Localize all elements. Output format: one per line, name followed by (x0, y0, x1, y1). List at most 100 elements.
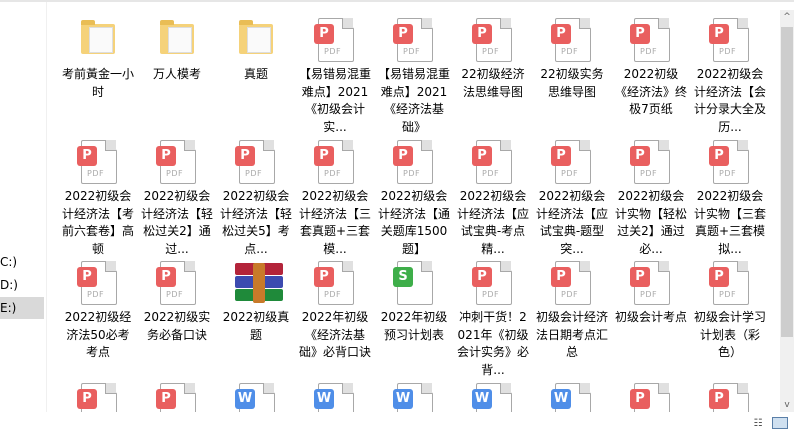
file-name: 考前黃金一小时 (62, 67, 135, 99)
pdf-file-icon: PPDF (709, 140, 751, 184)
file-item[interactable]: W (218, 383, 294, 412)
pdf-file-icon: PPDF (551, 261, 593, 305)
file-name: 2022初级会计经济法【轻松过关2】通过... (141, 189, 214, 256)
file-item[interactable]: P PDF 2022初级会计经济法【轻松过关2】通过... (139, 140, 215, 258)
file-name: 2022年初级预习计划表 (380, 310, 448, 342)
file-item[interactable]: P PDF 2022初级会计经济法【应试宝典-题型突... (534, 140, 610, 258)
pdf-file-icon: PPDF (472, 18, 514, 62)
details-view-icon[interactable]: ☷ (750, 417, 766, 430)
scroll-down-icon[interactable]: v (780, 400, 794, 410)
nav-drive-e[interactable]: E:) (0, 297, 44, 319)
file-item[interactable]: P PDF 2022初级会计实物【三套真题+三套模拟... (692, 140, 768, 258)
file-item[interactable]: P PDF 【易错易混重难点】2021《初级会计实... (297, 18, 373, 136)
file-item[interactable]: W (297, 383, 373, 412)
file-name: 2022初级会计经济法【会计分录大全及历... (694, 67, 767, 134)
folder-icon (77, 18, 119, 62)
file-name: 初级会计学习计划表（彩色） (694, 310, 767, 359)
folder-icon (156, 18, 198, 62)
file-item[interactable]: PPDF (613, 383, 689, 412)
file-name: 2022初级真题 (222, 310, 290, 342)
pdf-file-icon: PPDF (314, 140, 356, 184)
file-name: 初级会计经济法日期考点汇总 (536, 310, 609, 359)
pdf-file-icon: PPDF (709, 261, 751, 305)
file-name: 【易错易混重难点】2021《经济法基础》 (378, 67, 451, 134)
nav-drive-d[interactable]: D:) (0, 274, 44, 296)
file-item[interactable]: P PDF 2022初级会计经济法【通关题库1500题】 (376, 140, 452, 258)
file-item[interactable]: P PDF 初级会计学习计划表（彩色） (692, 261, 768, 362)
file-item[interactable]: P PDF 2022初级实务必备口诀 (139, 261, 215, 344)
file-name: 2022年初级《经济法基础》必背口诀 (299, 310, 372, 359)
file-name: 初级会计考点 (615, 310, 688, 324)
pdf-file-icon: PPDF (156, 383, 198, 412)
file-item[interactable]: P PDF 2022初级会计实物【轻松过关2】通过必... (613, 140, 689, 258)
file-item[interactable]: P PDF 2022初级《经济法》终极7页纸 (613, 18, 689, 119)
file-name: 【易错易混重难点】2021《初级会计实... (299, 67, 372, 134)
file-item[interactable]: PPDF (692, 383, 768, 412)
pdf-file-icon: PPDF (393, 140, 435, 184)
file-item[interactable]: P PDF 2022初级经济法50必考考点 (60, 261, 136, 362)
archive-icon (235, 261, 283, 305)
spreadsheet-file-icon: S (393, 261, 435, 305)
file-item[interactable]: P PDF 初级会计经济法日期考点汇总 (534, 261, 610, 362)
pdf-file-icon: PPDF (472, 261, 514, 305)
word-file-icon: W (314, 383, 356, 412)
large-icons-view-icon[interactable] (772, 417, 788, 429)
file-item[interactable]: 考前黃金一小时 (60, 18, 136, 101)
file-item[interactable]: 真题 (218, 18, 294, 84)
file-name: 2022初级实务必备口诀 (143, 310, 211, 342)
file-item[interactable]: P PDF 初级会计考点 (613, 261, 689, 327)
file-item[interactable]: 万人模考 (139, 18, 215, 84)
file-name: 2022初级《经济法》终极7页纸 (615, 67, 688, 116)
pdf-file-icon: PPDF (156, 261, 198, 305)
file-item[interactable]: P PDF 2022年初级《经济法基础》必背口诀 (297, 261, 373, 362)
file-name: 2022初级会计经济法【通关题库1500题】 (378, 189, 451, 256)
nav-drive-c[interactable]: C:) (0, 251, 44, 273)
word-file-icon: W (393, 383, 435, 412)
scroll-up-icon[interactable]: ^ (780, 12, 794, 22)
file-name: 2022初级会计经济法【应试宝典-考点精... (457, 189, 530, 256)
pdf-file-icon: PPDF (156, 140, 198, 184)
file-item[interactable]: P PDF 2022初级会计经济法【考前六套卷】高顿 (60, 140, 136, 258)
file-item[interactable]: W (534, 383, 610, 412)
file-list: 考前黃金一小时 万人模考 真题 P PDF 【易错易混重难点】2021《初级会计实... P… (47, 2, 780, 412)
folder-icon (235, 18, 277, 62)
word-file-icon: W (235, 383, 277, 412)
file-item[interactable]: P PDF 2022初级会计经济法【会计分录大全及历... (692, 18, 768, 136)
pdf-file-icon: PPDF (709, 18, 751, 62)
file-name: 2022初级会计经济法【应试宝典-题型突... (536, 189, 609, 256)
file-item[interactable]: W (455, 383, 531, 412)
file-item[interactable]: P PDF 2022初级会计经济法【轻松过关5】考点... (218, 140, 294, 258)
file-item[interactable]: P PDF 22初级实务思维导图 (534, 18, 610, 101)
pdf-file-icon: PPDF (472, 140, 514, 184)
vertical-scrollbar[interactable]: ^ v (780, 10, 794, 412)
pdf-file-icon: PPDF (77, 140, 119, 184)
file-item[interactable]: 2022初级真题 (218, 261, 294, 344)
word-file-icon: W (551, 383, 593, 412)
file-name: 2022初级会计经济法【轻松过关5】考点... (220, 189, 293, 256)
file-item[interactable]: PPDF (60, 383, 136, 412)
file-item[interactable]: P PDF 2022初级会计经济法【三套真题+三套模... (297, 140, 373, 258)
pdf-file-icon: PPDF (630, 261, 672, 305)
file-item[interactable]: W (376, 383, 452, 412)
file-name: 万人模考 (152, 67, 201, 81)
file-item[interactable]: PPDF (139, 383, 215, 412)
file-name: 冲刺干货！2021年《初级会计实务》必背... (457, 310, 530, 377)
file-item[interactable]: P PDF 22初级经济法思维导图 (455, 18, 531, 101)
scrollbar-thumb[interactable] (781, 27, 793, 337)
pdf-file-icon: PPDF (314, 261, 356, 305)
pdf-file-icon: PPDF (630, 18, 672, 62)
file-name: 2022初级会计实物【三套真题+三套模拟... (694, 189, 767, 256)
pdf-file-icon: PPDF (77, 383, 119, 412)
file-item[interactable]: P PDF 冲刺干货！2021年《初级会计实务》必背... (455, 261, 531, 379)
file-item[interactable]: P PDF 2022初级会计经济法【应试宝典-考点精... (455, 140, 531, 258)
navigation-pane: C:) D:) E:) (0, 2, 47, 412)
file-name: 2022初级经济法50必考考点 (64, 310, 132, 359)
pdf-file-icon: PPDF (630, 140, 672, 184)
file-name: 22初级经济法思维导图 (461, 67, 525, 99)
file-item[interactable]: P PDF 【易错易混重难点】2021《经济法基础》 (376, 18, 452, 136)
pdf-file-icon: PPDF (551, 140, 593, 184)
file-item[interactable]: S 2022年初级预习计划表 (376, 261, 452, 344)
pdf-file-icon: PPDF (630, 383, 672, 412)
pdf-file-icon: PPDF (393, 18, 435, 62)
file-name: 22初级实务思维导图 (540, 67, 604, 99)
